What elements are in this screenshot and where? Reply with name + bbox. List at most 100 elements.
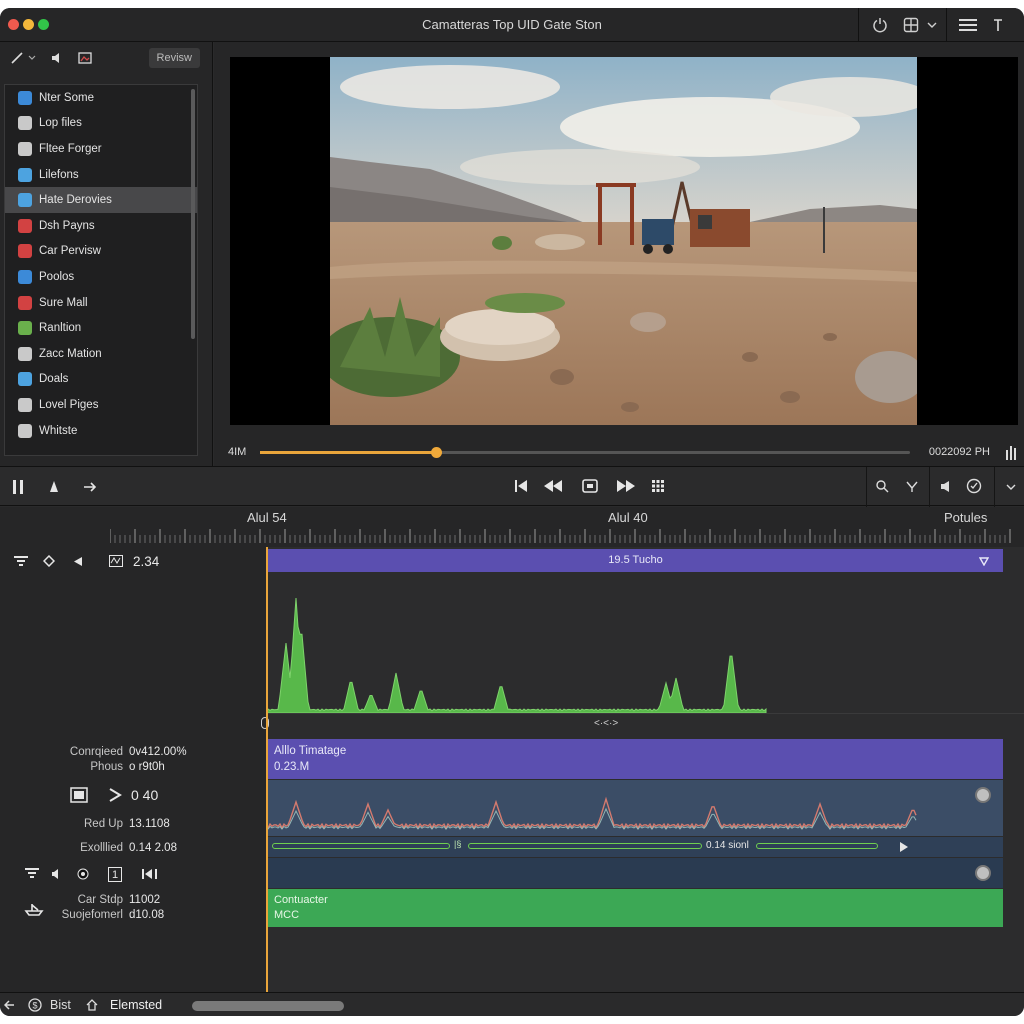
filter-tool-icon[interactable] [13, 555, 29, 569]
compressed-label: Conrqieed [69, 746, 123, 758]
power-icon[interactable] [872, 17, 888, 33]
keyframe-bar-3[interactable] [756, 843, 878, 849]
file-list-item[interactable]: Lovel Piges [5, 392, 197, 418]
filter-tool-icon[interactable] [24, 867, 40, 881]
layout-icon[interactable] [903, 17, 919, 33]
file-list-item[interactable]: Car Pervisw [5, 239, 197, 265]
image-icon[interactable] [78, 51, 92, 65]
status-right-label[interactable]: Elemsted [110, 998, 162, 1012]
clip-image-icon[interactable] [70, 787, 88, 803]
speaker-icon[interactable] [50, 51, 64, 65]
chevron-down-icon[interactable] [28, 55, 36, 61]
diamond-icon[interactable] [43, 555, 55, 567]
video-frame[interactable] [230, 57, 1018, 425]
file-list-item[interactable]: Lop files [5, 111, 197, 137]
grid-icon[interactable] [651, 479, 665, 493]
fast-forward-icon[interactable] [616, 479, 636, 493]
conductor-clip[interactable]: Contuacter MCC [268, 889, 1003, 927]
keyframe-track[interactable]: |§ 0.14 sionl [268, 837, 1003, 857]
file-list-item[interactable]: Hate Derovies [5, 187, 197, 213]
file-list-scrollbar[interactable] [191, 89, 195, 339]
track-settings-button[interactable] [975, 865, 991, 881]
play-icon[interactable] [108, 788, 122, 802]
file-list-item[interactable]: Sure Mall [5, 290, 197, 316]
title-bar: Camatteras Top UID Gate Ston [0, 8, 1024, 42]
playhead[interactable] [266, 547, 268, 992]
shield-check-icon[interactable] [966, 478, 982, 494]
stop-icon[interactable] [582, 479, 598, 493]
title-clip-label: 19.5 Tucho [608, 554, 663, 566]
pause-icon[interactable] [12, 480, 24, 494]
dollar-circle-icon[interactable]: $ [28, 998, 42, 1012]
bell-icon[interactable] [48, 480, 60, 494]
speaker-small-icon[interactable] [51, 868, 63, 880]
file-list-item-label: Zacc Mation [39, 347, 102, 360]
file-list-item[interactable]: Dsh Payns [5, 213, 197, 239]
file-list-item[interactable]: Fltee Forger [5, 136, 197, 162]
conductor-clip-sub: MCC [274, 909, 300, 921]
media-browser-panel: Revisw Nter Some Lop files Fltee Forger Lil… [0, 42, 213, 466]
file-list-item[interactable]: Poolos [5, 264, 197, 290]
hamburger-icon[interactable] [959, 18, 977, 32]
scrub-progress [260, 451, 436, 454]
file-list-item[interactable]: Ranltion [5, 315, 197, 341]
file-list-item-label: Whitste [39, 424, 78, 437]
scrub-handle[interactable] [430, 447, 442, 458]
filter-icon[interactable] [906, 480, 918, 493]
waveform-nav-arrows[interactable]: <·<·> [594, 718, 618, 729]
marker-icon[interactable] [979, 556, 989, 566]
audio-clip[interactable]: Alllo Timatage 0.23.M [268, 739, 1003, 779]
frame-box[interactable]: 1 [108, 867, 122, 882]
globe-icon [18, 167, 32, 182]
status-left-label[interactable]: Bist [50, 998, 71, 1012]
pages-icon [18, 397, 32, 412]
file-list-item-label: Fltee Forger [39, 142, 102, 155]
title-clip[interactable]: 19.5 Tucho [268, 549, 1003, 572]
revise-button[interactable]: Revisw [148, 48, 200, 68]
keyframe-label: 0.14 sionl [706, 840, 749, 851]
scrub-bar[interactable] [260, 447, 910, 458]
skip-start-icon[interactable] [514, 479, 528, 493]
file-list-item-label: Car Pervisw [39, 245, 101, 258]
file-list-item[interactable]: Lilefons [5, 162, 197, 188]
home-icon[interactable] [86, 999, 98, 1011]
timeline-ruler[interactable]: Alul 54 Alul 40 Potules [0, 507, 1024, 547]
browser-toolbar: Revisw [0, 42, 212, 74]
pen-tool-icon[interactable] [10, 51, 24, 65]
audio-meter-icon[interactable] [1006, 446, 1018, 460]
keyframe-bar-2[interactable] [468, 843, 702, 849]
chevron-down-icon[interactable] [927, 21, 937, 29]
track-zoom-value: 2.34 [133, 554, 160, 569]
file-list-item[interactable]: Whitste [5, 418, 197, 444]
file-list-item-label: Lop files [39, 117, 82, 130]
back-arrow-icon[interactable] [4, 999, 16, 1011]
photos-icon [18, 269, 32, 284]
timeline-tracks[interactable]: 19.5 Tucho <·<·> Alllo Timatage 0.23.M |… [261, 547, 1024, 992]
audio-track-2[interactable] [268, 780, 1003, 836]
waveform-icon[interactable] [109, 555, 123, 567]
record-icon[interactable] [77, 868, 89, 880]
play-small-icon[interactable] [900, 842, 908, 852]
cursor-icon[interactable] [992, 17, 1004, 33]
empty-track[interactable] [268, 858, 1003, 888]
triangle-left-icon[interactable] [73, 556, 83, 567]
file-list-item[interactable]: Doals [5, 367, 197, 393]
step-back-icon[interactable] [142, 868, 162, 880]
forward-arrows-icon[interactable] [82, 481, 100, 493]
chevron-down-icon[interactable] [1006, 483, 1016, 491]
supplement-value: d10.08 [129, 909, 165, 921]
audio-waveform-green[interactable] [266, 577, 776, 717]
file-list-item-label: Ranltion [39, 322, 82, 335]
track-settings-button[interactable] [975, 787, 991, 803]
search-icon[interactable] [876, 480, 889, 493]
file-list-item[interactable]: Nter Some [5, 85, 197, 111]
rewind-icon[interactable] [543, 479, 563, 493]
horizontal-scrollbar[interactable] [192, 1001, 344, 1011]
supplement-label: Suojefomerl [61, 909, 123, 921]
volume-icon[interactable] [940, 480, 956, 493]
ruler-label-left: Alul 54 [247, 510, 287, 525]
waveform-divider [266, 713, 1024, 714]
file-list-item-label: Dsh Payns [39, 219, 95, 232]
keyframe-bar-1[interactable] [272, 843, 450, 849]
file-list-item[interactable]: Zacc Mation [5, 341, 197, 367]
